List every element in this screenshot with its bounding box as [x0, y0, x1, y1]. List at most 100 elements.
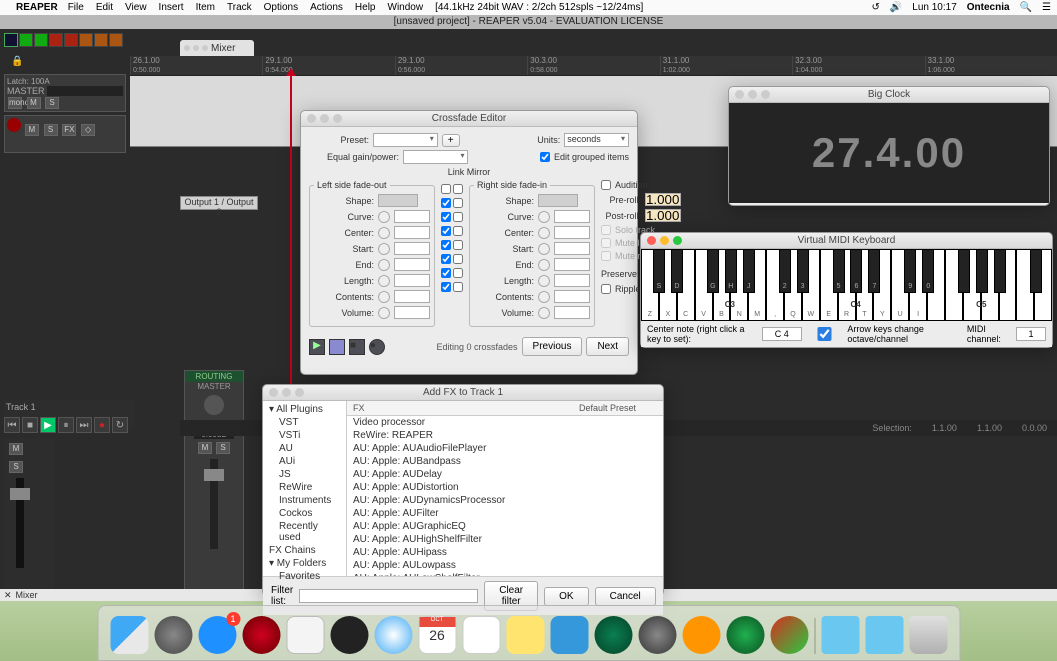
link-check-3[interactable]: [441, 226, 451, 236]
fx-list[interactable]: FX Default Preset Video processorReWire:…: [347, 401, 663, 576]
audition-check[interactable]: [601, 180, 611, 190]
mixer-m-btn[interactable]: M: [198, 442, 212, 454]
toolbar-btn-5[interactable]: [64, 33, 78, 47]
preset-add-btn[interactable]: +: [442, 134, 460, 147]
master-m-btn[interactable]: M: [27, 97, 41, 109]
black-key[interactable]: 7: [868, 249, 880, 293]
toolbar-btn-1[interactable]: [4, 33, 18, 47]
timeline-ruler[interactable]: 26.1.000:50.000 29.1.000:54.000 29.1.000…: [130, 56, 1057, 76]
transport-prev[interactable]: ⏮: [4, 417, 20, 433]
right-volume-input[interactable]: [554, 306, 590, 319]
mirror-check-3[interactable]: [453, 226, 463, 236]
fx-col-name[interactable]: FX: [347, 401, 573, 415]
toolbar-btn-6[interactable]: [79, 33, 93, 47]
black-key[interactable]: S: [653, 249, 665, 293]
dock-settings[interactable]: [638, 616, 676, 654]
left-center-knob[interactable]: [378, 227, 390, 239]
dock-ibooks[interactable]: [682, 616, 720, 654]
status-search-icon[interactable]: 🔍: [1020, 2, 1032, 13]
fx-list-item[interactable]: AU: Apple: AULowShelfFilter: [347, 572, 663, 576]
link-check-4[interactable]: [441, 240, 451, 250]
cf-next-btn[interactable]: Next: [586, 337, 629, 356]
ok-btn[interactable]: OK: [544, 587, 588, 606]
black-key[interactable]: J: [743, 249, 755, 293]
cf-loop-btn[interactable]: ●: [369, 339, 385, 355]
track-m-btn[interactable]: M: [25, 124, 39, 136]
toolbar-btn-8[interactable]: [109, 33, 123, 47]
mirror-check-2[interactable]: [453, 212, 463, 222]
fx-category-item[interactable]: Cockos: [265, 507, 344, 520]
fx-category-item[interactable]: JS: [265, 468, 344, 481]
black-key[interactable]: 6: [850, 249, 862, 293]
dock-trash[interactable]: [909, 616, 947, 654]
mirror-check-4[interactable]: [453, 240, 463, 250]
fx-category-item[interactable]: ReWire: [265, 481, 344, 494]
link-check-7[interactable]: [441, 282, 451, 292]
mirror-check-0[interactable]: [453, 184, 463, 194]
fx-category-item[interactable]: Favorites: [265, 570, 344, 583]
cancel-btn[interactable]: Cancel: [595, 587, 656, 606]
mirror-check-1[interactable]: [453, 198, 463, 208]
master-fader[interactable]: [47, 86, 123, 96]
right-end-input[interactable]: [554, 258, 590, 271]
transport-pause[interactable]: ⏸: [58, 417, 74, 433]
tcp-fader-slot[interactable]: [16, 478, 24, 568]
right-end-knob[interactable]: [538, 259, 550, 271]
dock-launchpad[interactable]: [154, 616, 192, 654]
status-bar-label[interactable]: Mixer: [16, 590, 38, 600]
postroll-input[interactable]: [645, 209, 681, 222]
output-routing-header[interactable]: Output 1 / Output 2: [180, 196, 258, 210]
preset-combo[interactable]: [373, 133, 438, 147]
track-fx-btn[interactable]: FX: [62, 124, 76, 136]
fx-list-item[interactable]: AU: Apple: AUAudioFilePlayer: [347, 442, 663, 455]
black-key[interactable]: 2: [779, 249, 791, 293]
left-contents-input[interactable]: [394, 290, 430, 303]
dock-finder[interactable]: [110, 616, 148, 654]
edit-grouped-check[interactable]: [540, 152, 550, 162]
left-volume-input[interactable]: [394, 306, 430, 319]
black-key[interactable]: 9: [904, 249, 916, 293]
mirror-check-7[interactable]: [453, 282, 463, 292]
dock-folder-1[interactable]: [821, 616, 859, 654]
menu-window[interactable]: Window: [388, 2, 424, 13]
track-s-btn[interactable]: S: [44, 124, 58, 136]
dock-keynote[interactable]: [550, 616, 588, 654]
fx-list-item[interactable]: AU: Apple: AUDistortion: [347, 481, 663, 494]
menu-item[interactable]: Item: [196, 2, 215, 13]
master-s-btn[interactable]: S: [45, 97, 59, 109]
mirror-check-5[interactable]: [453, 254, 463, 264]
fx-list-item[interactable]: AU: Apple: AUHighShelfFilter: [347, 533, 663, 546]
units-combo[interactable]: seconds: [564, 133, 629, 147]
equalgain-combo[interactable]: [403, 150, 468, 164]
menu-options[interactable]: Options: [264, 2, 298, 13]
fx-category-item[interactable]: Instruments: [265, 494, 344, 507]
fx-category-item[interactable]: Recently used: [265, 520, 344, 544]
left-length-input[interactable]: [394, 274, 430, 287]
cf-play-btn[interactable]: ▶: [309, 339, 325, 355]
link-check-2[interactable]: [441, 212, 451, 222]
menu-insert[interactable]: Insert: [159, 2, 184, 13]
toolbar-btn-3[interactable]: [34, 33, 48, 47]
status-volume-icon[interactable]: 🔊: [890, 2, 902, 13]
mixer-fader-handle[interactable]: [204, 469, 224, 481]
status-menu-icon[interactable]: ☰: [1042, 2, 1051, 13]
pan-knob[interactable]: [204, 395, 224, 415]
dock-reminders[interactable]: [462, 616, 500, 654]
tcp-m-btn[interactable]: M: [9, 443, 23, 455]
status-bar-close-icon[interactable]: ✕: [4, 590, 12, 601]
center-note-input[interactable]: [762, 327, 802, 341]
black-key[interactable]: [994, 249, 1006, 293]
left-end-input[interactable]: [394, 258, 430, 271]
toolbar-btn-4[interactable]: [49, 33, 63, 47]
transport-next[interactable]: ⏭: [76, 417, 92, 433]
left-end-knob[interactable]: [378, 259, 390, 271]
fx-category-item[interactable]: AUi: [265, 455, 344, 468]
link-check-0[interactable]: [441, 184, 451, 194]
mixer-fader-slot[interactable]: [210, 459, 218, 549]
transport-play[interactable]: ▶: [40, 417, 56, 433]
black-key[interactable]: [958, 249, 970, 293]
right-length-input[interactable]: [554, 274, 590, 287]
right-curve-input[interactable]: [554, 210, 590, 223]
toolbar2-lock-icon[interactable]: 🔒: [11, 56, 23, 72]
black-key[interactable]: G: [707, 249, 719, 293]
